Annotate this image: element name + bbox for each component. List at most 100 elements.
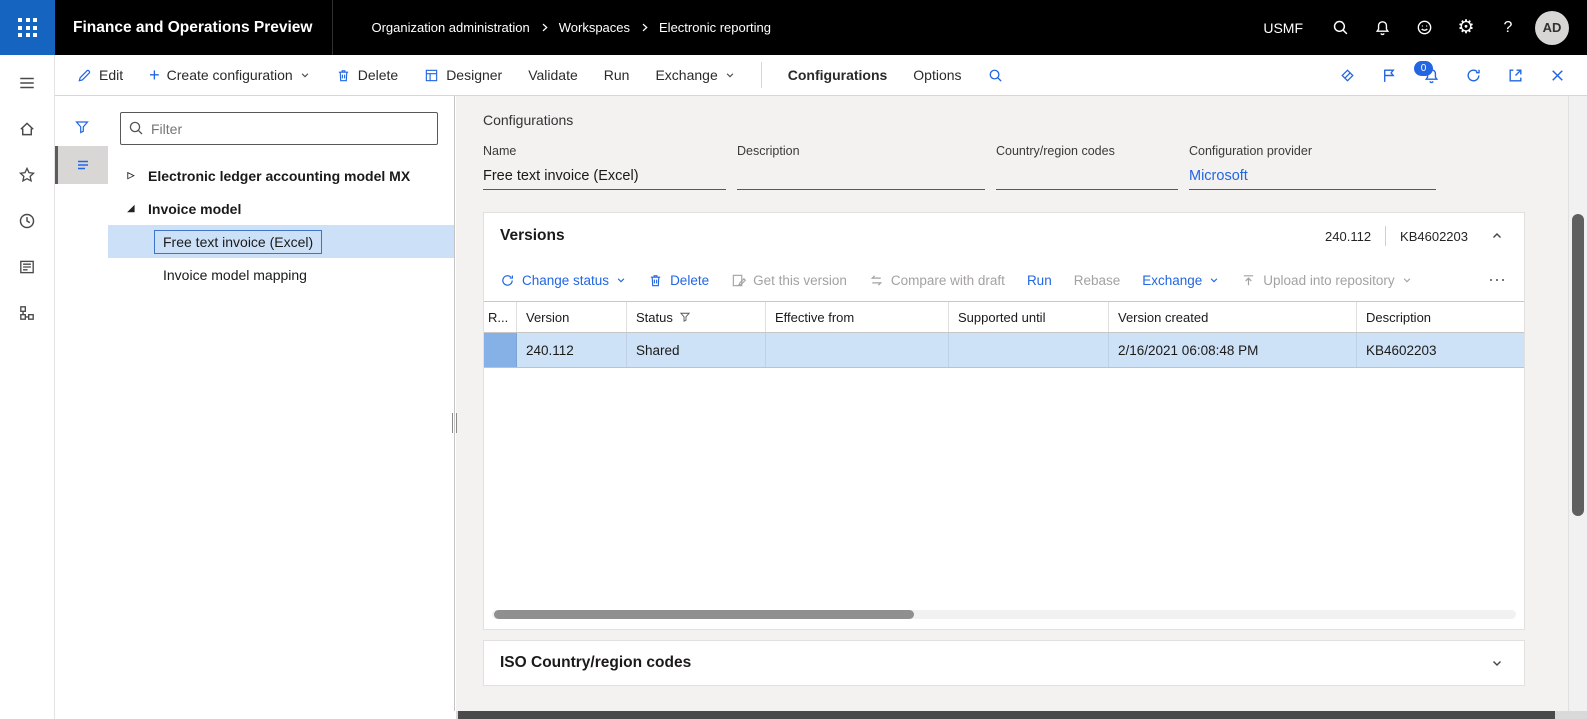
compare-with-draft-button[interactable]: Compare with draft bbox=[869, 273, 1005, 288]
flag-button[interactable] bbox=[1369, 55, 1409, 95]
settings-button[interactable]: ⚙ bbox=[1445, 0, 1487, 55]
validate-button[interactable]: Validate bbox=[528, 67, 578, 83]
name-field: Name Free text invoice (Excel) bbox=[483, 144, 726, 190]
open-in-new-window-button[interactable] bbox=[1495, 55, 1535, 95]
attachments-button[interactable] bbox=[1327, 55, 1367, 95]
workspaces-button[interactable] bbox=[6, 293, 48, 333]
rebase-button[interactable]: Rebase bbox=[1074, 273, 1121, 288]
versions-grid-header: R... Version Status Effective from Suppo… bbox=[484, 302, 1524, 333]
run-version-button[interactable]: Run bbox=[1027, 273, 1052, 288]
company-picker[interactable]: USMF bbox=[1263, 20, 1303, 36]
search-button[interactable] bbox=[1319, 0, 1361, 55]
pencil-icon bbox=[78, 69, 91, 81]
header-fields: Name Free text invoice (Excel) Descripti… bbox=[483, 144, 1525, 190]
tree-item-electronic-ledger[interactable]: ▷ Electronic ledger accounting model MX bbox=[108, 159, 454, 192]
run-button[interactable]: Run bbox=[604, 67, 630, 83]
tree-item-label: Electronic ledger accounting model MX bbox=[148, 167, 411, 184]
column-header-version[interactable]: Version bbox=[517, 302, 627, 332]
create-configuration-button[interactable]: + Create configuration bbox=[149, 66, 310, 84]
filter-funnel-icon[interactable] bbox=[679, 311, 691, 323]
tab-options[interactable]: Options bbox=[913, 67, 961, 83]
chevron-down-icon bbox=[1402, 275, 1412, 285]
grid-horizontal-scrollbar-thumb[interactable] bbox=[494, 610, 914, 619]
rebase-label: Rebase bbox=[1073, 272, 1121, 288]
column-header-description[interactable]: Description bbox=[1357, 302, 1524, 332]
actionbar-search-button[interactable] bbox=[988, 68, 1003, 83]
alerts-button[interactable] bbox=[1361, 0, 1403, 55]
column-header-effective-from[interactable]: Effective from bbox=[766, 302, 949, 332]
expand-menu-button[interactable] bbox=[6, 63, 48, 103]
main-content: Configurations Name Free text invoice (E… bbox=[456, 96, 1569, 711]
notifications-button[interactable]: 0 bbox=[1411, 55, 1451, 95]
collapse-versions-button[interactable] bbox=[1482, 221, 1512, 251]
iso-country-region-section[interactable]: ISO Country/region codes bbox=[483, 640, 1525, 686]
tree-view-toggle-selected[interactable] bbox=[55, 146, 108, 184]
edit-label: Edit bbox=[99, 67, 124, 83]
version-row-selected[interactable]: 240.112 Shared 2/16/2021 06:08:48 PM KB4… bbox=[484, 333, 1524, 368]
exchange-version-button[interactable]: Exchange bbox=[1142, 273, 1219, 288]
feedback-button[interactable] bbox=[1403, 0, 1445, 55]
versions-section: Versions 240.112 KB4602203 Change status bbox=[483, 212, 1525, 630]
delete-version-button[interactable]: Delete bbox=[648, 273, 709, 288]
column-header-supported-until[interactable]: Supported until bbox=[949, 302, 1109, 332]
recent-button[interactable] bbox=[6, 201, 48, 241]
versions-header-right: 240.112 KB4602203 bbox=[1325, 221, 1512, 251]
description-value[interactable] bbox=[737, 164, 985, 190]
column-header-version-created[interactable]: Version created bbox=[1109, 302, 1357, 332]
help-button[interactable]: ? bbox=[1487, 0, 1529, 55]
user-avatar[interactable]: AD bbox=[1535, 10, 1569, 45]
delete-button[interactable]: Delete bbox=[336, 67, 398, 83]
get-this-version-button[interactable]: Get this version bbox=[731, 273, 847, 288]
versions-toolbar: Change status Delete Get this version Co… bbox=[484, 259, 1524, 301]
help-icon: ? bbox=[1503, 18, 1513, 36]
designer-button[interactable]: Designer bbox=[424, 67, 502, 83]
forms-button[interactable] bbox=[6, 247, 48, 287]
horizontal-scrollbar[interactable] bbox=[456, 711, 1587, 719]
grid-horizontal-scrollbar[interactable] bbox=[492, 610, 1516, 619]
vertical-scrollbar[interactable] bbox=[1568, 96, 1587, 711]
column-header-status[interactable]: Status bbox=[627, 302, 766, 332]
description-field: Description bbox=[737, 144, 985, 190]
tree-item-label: Free text invoice (Excel) bbox=[154, 229, 323, 254]
home-button[interactable] bbox=[6, 109, 48, 149]
iso-section-title: ISO Country/region codes bbox=[500, 654, 692, 671]
app-launcher-button[interactable] bbox=[0, 0, 55, 55]
tree-filter-input[interactable] bbox=[120, 112, 438, 145]
favorites-button[interactable] bbox=[6, 155, 48, 195]
country-region-value[interactable] bbox=[996, 164, 1178, 190]
chevron-right-icon bbox=[540, 23, 549, 32]
vertical-scrollbar-thumb[interactable] bbox=[1572, 214, 1584, 516]
expand-iso-section-button[interactable] bbox=[1482, 648, 1512, 678]
breadcrumb-page[interactable]: Electronic reporting bbox=[659, 20, 771, 35]
version-created-cell: 2/16/2021 06:08:48 PM bbox=[1109, 333, 1357, 367]
breadcrumb-area[interactable]: Workspaces bbox=[559, 20, 630, 35]
panel-splitter[interactable] bbox=[451, 413, 459, 433]
tree-expanded-icon[interactable]: ◢ bbox=[123, 203, 139, 214]
column-header-rebase[interactable]: R... bbox=[484, 302, 517, 332]
more-commands-button[interactable]: ⋯ bbox=[1488, 271, 1508, 289]
tree-item-free-text-invoice[interactable]: Free text invoice (Excel) bbox=[108, 225, 454, 258]
description-label: Description bbox=[737, 144, 800, 158]
tree-item-invoice-model-mapping[interactable]: Invoice model mapping bbox=[108, 258, 454, 291]
name-value[interactable]: Free text invoice (Excel) bbox=[483, 164, 726, 190]
designer-icon bbox=[425, 69, 438, 81]
tree-collapsed-icon[interactable]: ▷ bbox=[123, 170, 139, 181]
horizontal-scrollbar-thumb[interactable] bbox=[458, 711, 1556, 719]
plus-icon: + bbox=[149, 65, 160, 85]
exchange-menu-button[interactable]: Exchange bbox=[655, 67, 734, 83]
validate-label: Validate bbox=[528, 67, 578, 83]
row-selector-cell[interactable] bbox=[484, 333, 517, 367]
close-button[interactable] bbox=[1537, 55, 1577, 95]
run-label: Run bbox=[603, 67, 630, 83]
breadcrumb-module[interactable]: Organization administration bbox=[371, 20, 529, 35]
tree-item-invoice-model[interactable]: ◢ Invoice model bbox=[108, 192, 454, 225]
get-version-icon bbox=[732, 274, 747, 286]
tab-configurations[interactable]: Configurations bbox=[788, 67, 888, 83]
configurations-tree-panel: ▷ Electronic ledger accounting model MX … bbox=[55, 96, 455, 711]
configuration-provider-value[interactable]: Microsoft bbox=[1189, 164, 1436, 190]
refresh-button[interactable] bbox=[1453, 55, 1493, 95]
change-status-button[interactable]: Change status bbox=[500, 273, 626, 288]
tree-filter-button[interactable] bbox=[55, 108, 108, 146]
upload-into-repository-button[interactable]: Upload into repository bbox=[1241, 273, 1411, 288]
edit-button[interactable]: Edit bbox=[77, 67, 123, 83]
